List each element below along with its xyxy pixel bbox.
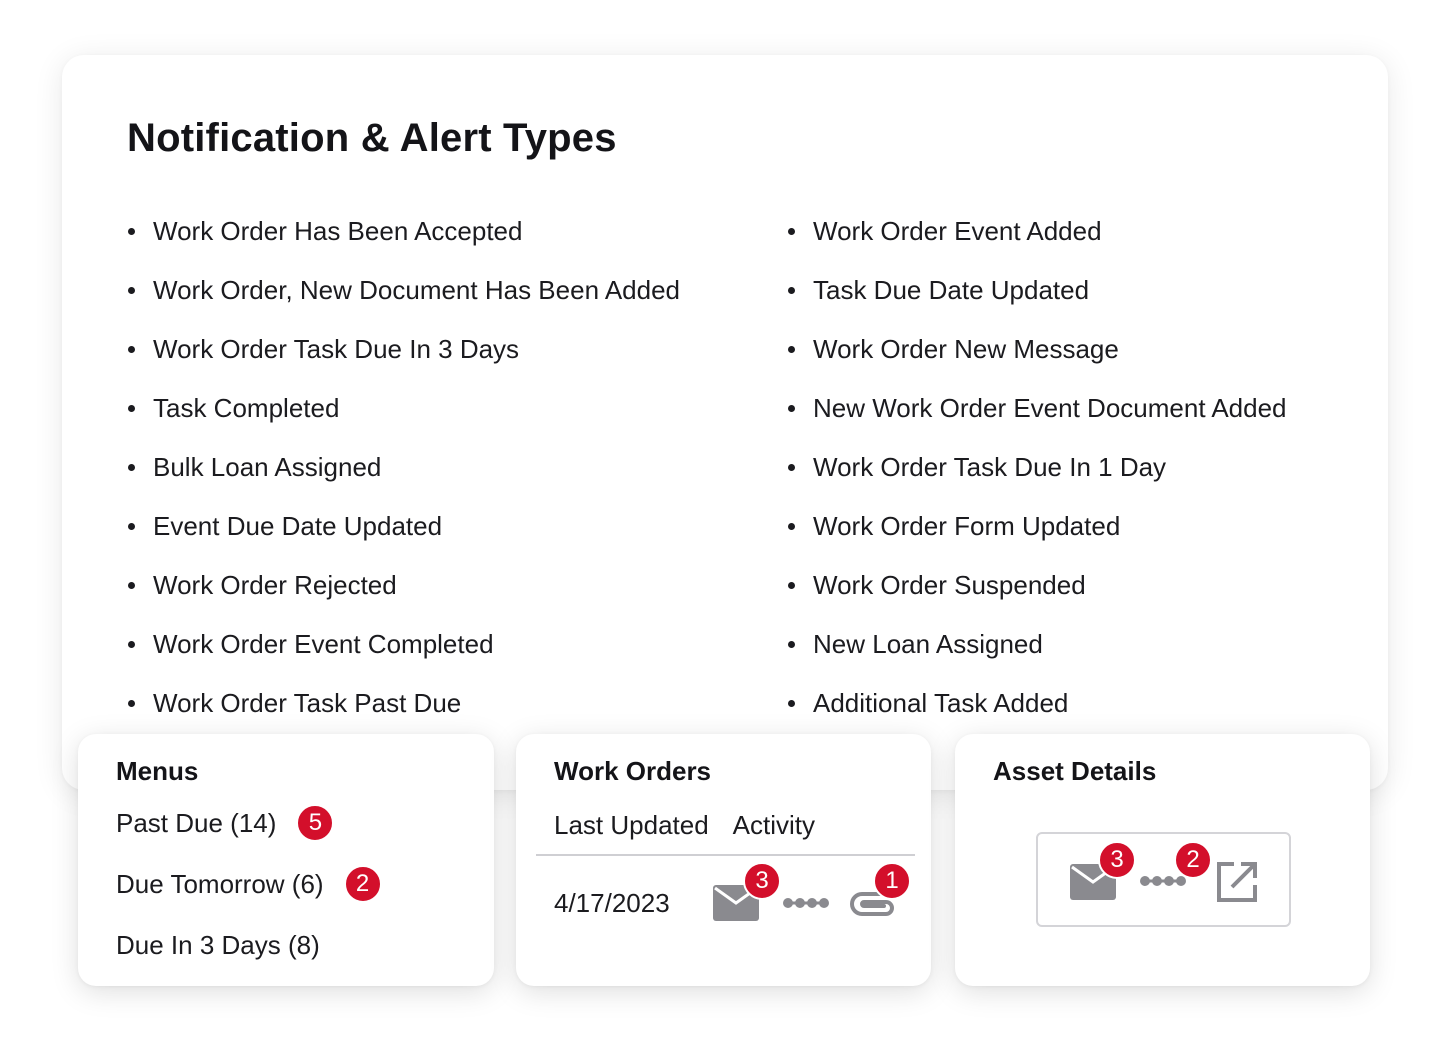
list-item: Event Due Date Updated bbox=[128, 506, 680, 565]
bullet-icon bbox=[128, 405, 135, 412]
list-item: New Loan Assigned bbox=[788, 624, 1287, 683]
notification-list-left: Work Order Has Been Accepted Work Order,… bbox=[128, 211, 680, 742]
attachment-count-badge: 1 bbox=[873, 862, 911, 900]
progress-count-badge: 2 bbox=[1174, 841, 1212, 879]
bullet-icon bbox=[788, 582, 795, 589]
bullet-icon bbox=[788, 346, 795, 353]
menu-item-label: Due In 3 Days (8) bbox=[116, 929, 320, 960]
list-item: Task Completed bbox=[128, 388, 680, 447]
bullet-icon bbox=[788, 287, 795, 294]
bullet-icon bbox=[788, 464, 795, 471]
page-title: Notification & Alert Types bbox=[127, 116, 617, 160]
count-badge: 2 bbox=[343, 865, 382, 903]
progress-dots-icon bbox=[783, 898, 829, 908]
menu-item-label: Past Due (14) bbox=[116, 807, 277, 838]
list-item: Work Order Event Completed bbox=[128, 624, 680, 683]
list-item: Work Order Has Been Accepted bbox=[128, 211, 680, 270]
message-count-badge: 3 bbox=[743, 862, 781, 900]
list-item: Work Order Form Updated bbox=[788, 506, 1287, 565]
menu-item-due-tomorrow[interactable]: Due Tomorrow (6) 2 bbox=[116, 865, 382, 903]
column-header-last-updated[interactable]: Last Updated bbox=[554, 810, 709, 840]
list-item: New Work Order Event Document Added bbox=[788, 388, 1287, 447]
bullet-icon bbox=[788, 228, 795, 235]
last-updated-value: 4/17/2023 bbox=[554, 888, 670, 918]
list-item: Work Order Event Added bbox=[788, 211, 1287, 270]
menu-item-past-due[interactable]: Past Due (14) 5 bbox=[116, 804, 335, 842]
divider bbox=[536, 854, 915, 856]
list-item: Work Order Task Due In 3 Days bbox=[128, 329, 680, 388]
bullet-icon bbox=[128, 228, 135, 235]
bullet-icon bbox=[128, 641, 135, 648]
bullet-icon bbox=[788, 700, 795, 707]
list-item: Bulk Loan Assigned bbox=[128, 447, 680, 506]
work-orders-title: Work Orders bbox=[554, 756, 712, 786]
list-item: Work Order New Message bbox=[788, 329, 1287, 388]
bullet-icon bbox=[128, 464, 135, 471]
menus-title: Menus bbox=[116, 756, 199, 786]
bullet-icon bbox=[788, 641, 795, 648]
column-header-activity[interactable]: Activity bbox=[733, 810, 815, 840]
menu-item-label: Due Tomorrow (6) bbox=[116, 868, 324, 899]
menus-card: Menus Past Due (14) 5 Due Tomorrow (6) 2… bbox=[78, 734, 494, 986]
list-item: Work Order, New Document Has Been Added bbox=[128, 270, 680, 329]
notification-list-right: Work Order Event Added Task Due Date Upd… bbox=[788, 211, 1287, 742]
asset-details-title: Asset Details bbox=[993, 756, 1157, 786]
bullet-icon bbox=[128, 582, 135, 589]
bullet-icon bbox=[128, 700, 135, 707]
bullet-icon bbox=[128, 346, 135, 353]
table-header: Last Updated Activity bbox=[554, 810, 815, 841]
list-item: Work Order Rejected bbox=[128, 565, 680, 624]
list-item: Work Order Suspended bbox=[788, 565, 1287, 624]
list-item: Task Due Date Updated bbox=[788, 270, 1287, 329]
list-item: Work Order Task Due In 1 Day bbox=[788, 447, 1287, 506]
message-count-badge: 3 bbox=[1098, 841, 1136, 879]
bullet-icon bbox=[788, 523, 795, 530]
count-badge: 5 bbox=[296, 804, 335, 842]
asset-details-card: Asset Details 3 2 bbox=[955, 734, 1370, 986]
bullet-icon bbox=[788, 405, 795, 412]
progress-dots-icon bbox=[1140, 876, 1186, 886]
activity-icon-group: 3 2 bbox=[1036, 832, 1291, 927]
work-orders-card: Work Orders Last Updated Activity 4/17/20… bbox=[516, 734, 931, 986]
menu-item-due-in-3-days[interactable]: Due In 3 Days (8) bbox=[116, 926, 320, 964]
bullet-icon bbox=[128, 287, 135, 294]
external-link-icon[interactable] bbox=[1214, 859, 1260, 905]
bullet-icon bbox=[128, 523, 135, 530]
